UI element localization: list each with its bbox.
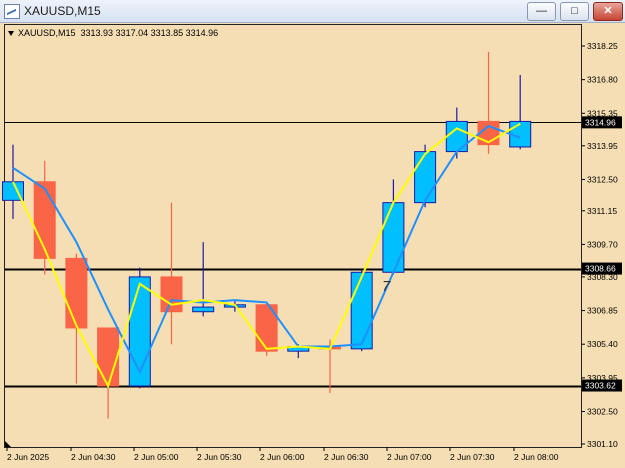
candle-body	[192, 306, 215, 313]
price-chart[interactable]: 73318.253316.803315.353313.953312.503311…	[0, 0, 625, 468]
price-axis-label: 3306.85	[587, 306, 618, 316]
time-axis-label: 2 Jun 07:30	[450, 452, 495, 462]
candle-body	[97, 327, 120, 387]
time-axis-label: 2 Jun 07:00	[387, 452, 432, 462]
time-axis-label: 2 Jun 2025	[7, 452, 49, 462]
price-axis-label: 3305.40	[587, 339, 618, 349]
price-axis-label: 3318.25	[587, 41, 618, 51]
scroll-marker-icon	[5, 441, 11, 447]
price-axis-label: 3309.70	[587, 239, 618, 249]
time-axis-label: 2 Jun 06:00	[260, 452, 305, 462]
candle-body	[350, 271, 373, 350]
price-axis-label: 3312.50	[587, 174, 618, 184]
price-marker-label: 3303.62	[585, 381, 616, 391]
time-axis-label: 2 Jun 08:00	[514, 452, 559, 462]
price-axis-label: 3302.50	[587, 407, 618, 417]
time-axis-label: 2 Jun 05:00	[134, 452, 179, 462]
price-axis-label: 3316.80	[587, 75, 618, 85]
price-axis-label: 3311.15	[587, 206, 617, 216]
chart-window: XAUUSD,M15 — □ ✕ XAUUSD,M15 3313.93 3317…	[0, 0, 625, 468]
candle-body	[382, 202, 405, 273]
time-axis-label: 2 Jun 05:30	[197, 452, 242, 462]
candle-body	[414, 151, 437, 204]
candle-body	[445, 120, 468, 153]
time-axis-label: 2 Jun 04:30	[71, 452, 116, 462]
annotation-label: 7	[382, 278, 391, 295]
price-axis-label: 3301.10	[587, 439, 618, 449]
price-marker-label: 3314.96	[585, 117, 616, 127]
time-axis-label: 2 Jun 06:30	[324, 452, 369, 462]
candle-body	[160, 276, 183, 313]
price-marker-label: 3308.66	[585, 264, 616, 274]
candle-body	[65, 257, 88, 329]
price-axis-label: 3313.95	[587, 141, 618, 151]
